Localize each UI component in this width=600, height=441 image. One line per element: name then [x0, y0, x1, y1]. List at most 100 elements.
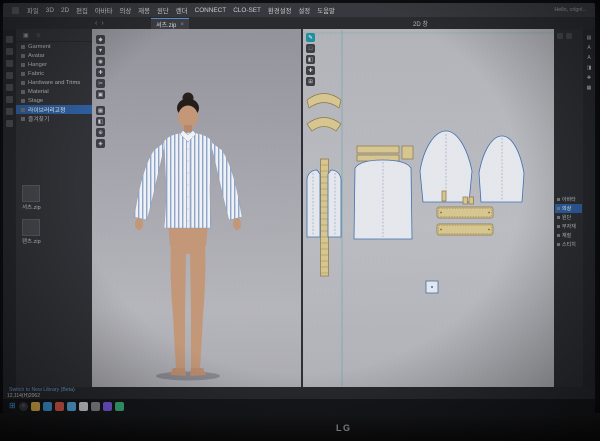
library-strip-icon[interactable]: [6, 84, 13, 91]
library-strip-icon[interactable]: [6, 48, 13, 55]
library-item-hanger[interactable]: Hanger: [16, 60, 92, 69]
pattern-back[interactable]: [354, 160, 412, 239]
menu-sewing[interactable]: 재봉: [138, 6, 150, 15]
windows-start-button[interactable]: ⊞: [9, 402, 16, 410]
menu-2d[interactable]: 2D: [61, 7, 69, 14]
library-item-stage[interactable]: Stage: [16, 96, 92, 105]
taskbar-app-store[interactable]: [79, 402, 88, 411]
taskbar-app-chrome[interactable]: [55, 402, 64, 411]
menu-help[interactable]: 도움말: [317, 6, 335, 15]
account-greeting[interactable]: Hello, crlgnl...: [554, 7, 587, 13]
library-strip-icon[interactable]: [6, 108, 13, 115]
viewport-2d[interactable]: .pc{fill:rgba(234,238,242,.92);stroke:#3…: [303, 29, 554, 387]
object-row-fabric[interactable]: 원단: [555, 213, 582, 222]
camera-tool-icon[interactable]: ⊕: [96, 128, 105, 137]
menu-edit[interactable]: 편집: [76, 6, 88, 15]
object-row-trims[interactable]: 부자재: [555, 222, 582, 231]
viewport-3d[interactable]: ◆ ▼ ◉ ✚ ✂ ▣ ▦ ◧ ⊕ ◈: [92, 29, 301, 387]
panel-icon[interactable]: [557, 33, 563, 39]
pattern-front-placket[interactable]: [321, 159, 329, 276]
text-b-icon[interactable]: A: [587, 55, 590, 61]
object-row-material[interactable]: 재질: [555, 231, 582, 240]
select-tool-icon[interactable]: ▼: [96, 46, 105, 55]
pattern-sleeve-right[interactable]: [479, 136, 524, 202]
menu-closet[interactable]: CLO-SET: [233, 7, 261, 14]
grid-tool-icon[interactable]: ⊞: [306, 77, 315, 86]
pattern-collar-band[interactable]: [307, 94, 341, 109]
menu-fabric[interactable]: 원단: [157, 6, 169, 15]
scissors-tool-icon[interactable]: ✂: [96, 79, 105, 88]
layers-icon[interactable]: ◨: [587, 65, 592, 71]
library-strip-icon[interactable]: [6, 36, 13, 43]
add-icon[interactable]: ✚: [587, 75, 591, 81]
edit-pattern-tool-icon[interactable]: ◧: [306, 55, 315, 64]
library-file-shirt[interactable]: 셔츠.zip: [22, 185, 92, 211]
library-item-label: Hardware and Trims: [28, 80, 80, 86]
add-point-tool-icon[interactable]: ✚: [306, 66, 315, 75]
library-item-fabric[interactable]: Fabric: [16, 69, 92, 78]
pattern-box-tool-icon[interactable]: □: [306, 44, 315, 53]
nav-back-icon[interactable]: ‹: [95, 20, 97, 27]
pattern-collar[interactable]: [307, 118, 341, 132]
pattern-front-left[interactable]: [307, 170, 320, 237]
pin-tool-icon[interactable]: ✚: [96, 68, 105, 77]
object-row-garment[interactable]: 의상: [555, 204, 582, 213]
avatar-3d[interactable]: [126, 91, 250, 383]
library-folder-icon[interactable]: ▣: [23, 32, 29, 39]
shirt-right-sleeve[interactable]: [210, 141, 242, 220]
light-tool-icon[interactable]: ◧: [96, 117, 105, 126]
windows-taskbar: ⊞ ○: [3, 399, 595, 413]
measure-tool-icon[interactable]: ▣: [96, 90, 105, 99]
taskbar-app-file-explorer[interactable]: [31, 402, 40, 411]
menu-settings[interactable]: 설정: [298, 6, 310, 15]
library-item-hardware-trims[interactable]: Hardware and Trims: [16, 78, 92, 87]
library-item-selected[interactable]: 라이브러리고정: [16, 105, 92, 114]
library-file-pants[interactable]: 팬츠.zip: [22, 219, 92, 245]
taskbar-app-edge[interactable]: [43, 402, 52, 411]
menu-garment[interactable]: 의상: [120, 6, 132, 15]
taskbar-app-settings[interactable]: [91, 402, 100, 411]
texture-tool-icon[interactable]: ▦: [96, 106, 105, 115]
avatar-tool-icon[interactable]: ◉: [96, 57, 105, 66]
favorites-star-icon[interactable]: ☆: [36, 32, 41, 39]
tab-2d-window[interactable]: 2D 창: [407, 17, 434, 29]
panel-icon[interactable]: [566, 33, 572, 39]
pattern-yoke-side[interactable]: [402, 146, 413, 159]
library-item-garment[interactable]: Garment: [16, 42, 92, 51]
search-icon[interactable]: ○: [19, 402, 28, 411]
menu-3d[interactable]: 3D: [46, 7, 54, 14]
pattern-front-right[interactable]: [328, 170, 341, 237]
menu-render[interactable]: 렌더: [176, 6, 188, 15]
pattern-sleeve-placket-1[interactable]: [463, 197, 468, 204]
menu-connect[interactable]: CONNECT: [195, 7, 227, 14]
tab-close-icon[interactable]: ×: [180, 22, 184, 28]
library-strip-icon[interactable]: [6, 72, 13, 79]
nav-forward-icon[interactable]: ›: [101, 20, 103, 27]
library-strip-icon[interactable]: [6, 120, 13, 127]
menu-file[interactable]: 파일: [27, 6, 39, 15]
pattern-sleeve-placket-2[interactable]: [469, 197, 474, 204]
left-hand: [135, 218, 143, 230]
library-strip-icon[interactable]: [6, 96, 13, 103]
scene-list-icon[interactable]: ▤: [587, 35, 592, 41]
menu-preferences[interactable]: 환경설정: [268, 6, 292, 15]
object-icon: [557, 207, 560, 210]
pattern-yoke-1[interactable]: [357, 146, 399, 153]
right-foot: [190, 368, 206, 376]
text-a-icon[interactable]: A: [587, 45, 590, 51]
library-strip-icon[interactable]: [6, 60, 13, 67]
library-item-material[interactable]: Material: [16, 87, 92, 96]
object-row-avatar[interactable]: 아바타: [555, 195, 582, 204]
shirt-left-sleeve[interactable]: [134, 141, 166, 220]
taskbar-app-photos[interactable]: [115, 402, 124, 411]
library-item-favorites[interactable]: 즐겨찾기: [16, 114, 92, 123]
render-tool-icon[interactable]: ◈: [96, 139, 105, 148]
taskbar-app-mail[interactable]: [67, 402, 76, 411]
grid-icon[interactable]: ▦: [587, 85, 592, 91]
view-gizmo-icon[interactable]: ◆: [96, 35, 105, 44]
pen-tool-icon[interactable]: ✎: [306, 33, 315, 42]
menu-avatar[interactable]: 아바타: [95, 6, 113, 15]
object-row-stitch[interactable]: 스티치: [555, 240, 582, 249]
taskbar-app-clo[interactable]: [103, 402, 112, 411]
library-item-avatar[interactable]: Avatar: [16, 51, 92, 60]
